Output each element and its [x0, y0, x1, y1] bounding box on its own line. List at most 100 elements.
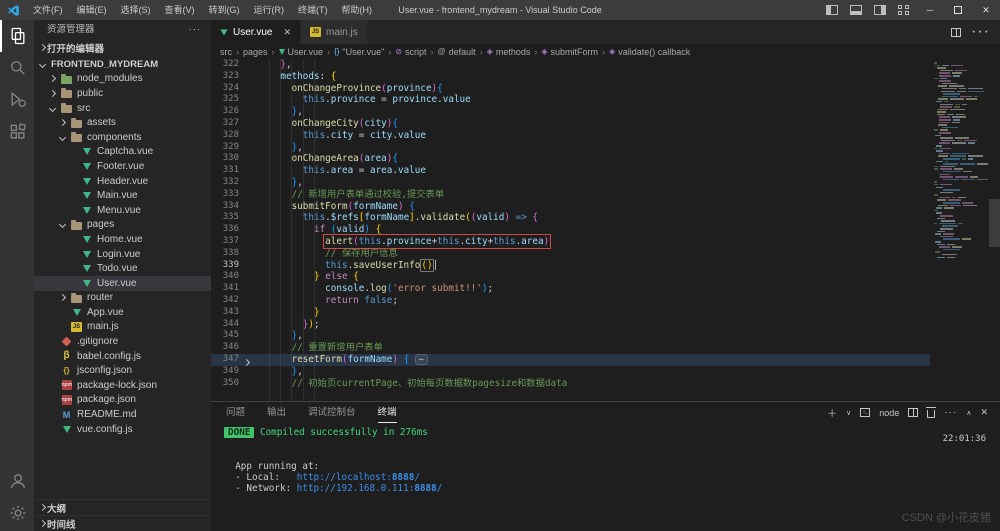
code-line-335[interactable]: 335 this.$refs[formName].validate((valid… — [211, 212, 930, 224]
tree-item-package-lock.json[interactable]: npmpackage-lock.json — [34, 378, 211, 393]
breadcrumb-item-3[interactable]: {}"User.vue" — [334, 47, 384, 57]
account-icon[interactable] — [0, 465, 34, 497]
new-terminal-icon[interactable]: ＋ — [827, 405, 837, 420]
kill-terminal-icon[interactable] — [927, 410, 935, 418]
menu-item-4[interactable]: 转到(G) — [202, 0, 247, 20]
panel-tab-调试控制台[interactable]: 调试控制台 — [308, 402, 356, 423]
split-editor-icon[interactable] — [951, 28, 961, 37]
tree-item-vue.config.js[interactable]: vue.config.js — [34, 422, 211, 437]
menu-item-2[interactable]: 选择(S) — [114, 0, 158, 20]
code-line-342[interactable]: 342 return false; — [211, 295, 930, 307]
extensions-icon[interactable] — [0, 116, 34, 148]
tree-item-User.vue[interactable]: User.vue — [34, 276, 211, 291]
breadcrumb-item-7[interactable]: ◈submitForm — [541, 47, 598, 57]
menu-item-0[interactable]: 文件(F) — [26, 0, 70, 20]
tree-item-components[interactable]: components — [34, 130, 211, 145]
tree-item-Main.vue[interactable]: Main.vue — [34, 188, 211, 203]
code-line-349[interactable]: 349 }, — [211, 366, 930, 378]
code-line-325[interactable]: 325 this.province = province.value — [211, 94, 930, 106]
code-line-329[interactable]: 329 }, — [211, 142, 930, 154]
tree-item-Captcha.vue[interactable]: Captcha.vue — [34, 145, 211, 160]
breadcrumb-item-0[interactable]: src — [220, 47, 232, 57]
minimize-button[interactable]: ─ — [916, 0, 944, 20]
code-line-328[interactable]: 328 this.city = city.value — [211, 130, 930, 142]
code-line-330[interactable]: 330 onChangeArea(area){ — [211, 153, 930, 165]
panel-tab-问题[interactable]: 问题 — [226, 402, 245, 423]
tree-item-Todo.vue[interactable]: Todo.vue — [34, 261, 211, 276]
tree-item-package.json[interactable]: npmpackage.json — [34, 393, 211, 408]
tree-item-Header.vue[interactable]: Header.vue — [34, 174, 211, 189]
tree-item-Menu.vue[interactable]: Menu.vue — [34, 203, 211, 218]
tree-item-App.vue[interactable]: App.vue — [34, 305, 211, 320]
breadcrumb-item-5[interactable]: @default — [438, 47, 476, 57]
editor-scrollbar[interactable] — [989, 199, 1000, 247]
sidebar-section-1[interactable]: 时间线 — [34, 515, 211, 531]
open-editors-section[interactable]: 打开的编辑器 — [34, 40, 211, 55]
code-line-345[interactable]: 345 }, — [211, 330, 930, 342]
tree-item-README.md[interactable]: MREADME.md — [34, 407, 211, 422]
code-line-336[interactable]: 336 if (valid) { — [211, 224, 930, 236]
breadcrumb-item-4[interactable]: ⊘script — [395, 47, 426, 57]
toggle-secondary-sidebar-icon[interactable] — [874, 5, 886, 15]
tree-item-Footer.vue[interactable]: Footer.vue — [34, 159, 211, 174]
menu-item-5[interactable]: 运行(R) — [247, 0, 292, 20]
settings-gear-icon[interactable] — [0, 497, 34, 529]
tree-item-Home.vue[interactable]: Home.vue — [34, 232, 211, 247]
tree-item-src[interactable]: src — [34, 101, 211, 116]
maximize-panel-icon[interactable]: ∧ — [966, 409, 971, 417]
tab-User.vue[interactable]: User.vue✕ — [211, 20, 301, 44]
code-line-322[interactable]: 322 }, — [211, 59, 930, 71]
tree-item-.gitignore[interactable]: .gitignore — [34, 334, 211, 349]
code-line-339[interactable]: 339 this.saveUserInfo() — [211, 260, 930, 272]
tree-item-jsconfig.json[interactable]: {}jsconfig.json — [34, 363, 211, 378]
tree-item-router[interactable]: router — [34, 291, 211, 306]
code-line-333[interactable]: 333 // 新增用户表单通过校验,提交表单 — [211, 189, 930, 201]
code-line-326[interactable]: 326 }, — [211, 106, 930, 118]
tree-item-public[interactable]: public — [34, 86, 211, 101]
close-panel-icon[interactable]: ✕ — [980, 407, 988, 418]
customize-layout-icon[interactable] — [898, 5, 910, 15]
explorer-icon[interactable] — [0, 20, 34, 52]
code-editor[interactable]: 322 },323 methods: {324 onChangeProvince… — [211, 59, 1000, 401]
panel-tab-终端[interactable]: 终端 — [378, 402, 397, 423]
code-line-340[interactable]: 340 } else { — [211, 271, 930, 283]
sidebar-more-actions-icon[interactable]: ··· — [189, 20, 202, 40]
tree-item-assets[interactable]: assets — [34, 115, 211, 130]
minimap[interactable] — [932, 62, 988, 259]
tab-main.js[interactable]: JSmain.js — [301, 20, 368, 44]
tree-item-babel.config.js[interactable]: βbabel.config.js — [34, 349, 211, 364]
tree-item-Login.vue[interactable]: Login.vue — [34, 247, 211, 262]
panel-more-actions-icon[interactable]: ··· — [944, 407, 957, 418]
terminal-dropdown-icon[interactable]: ∨ — [846, 409, 851, 417]
toggle-sidebar-icon[interactable] — [826, 5, 838, 15]
code-line-350[interactable]: 350 // 初始页currentPage、初始每页数据数pagesize和数据… — [211, 378, 930, 390]
menu-item-3[interactable]: 查看(V) — [158, 0, 202, 20]
code-line-346[interactable]: 346 // 重置新增用户表单 — [211, 342, 930, 354]
search-icon[interactable] — [0, 52, 34, 84]
code-line-334[interactable]: 334 submitForm(formName) { — [211, 201, 930, 213]
panel-tab-输出[interactable]: 输出 — [267, 402, 286, 423]
code-line-323[interactable]: 323 methods: { — [211, 71, 930, 83]
code-line-332[interactable]: 332 }, — [211, 177, 930, 189]
menu-item-6[interactable]: 终端(T) — [291, 0, 335, 20]
code-line-337[interactable]: 337 alert(this.province+this.city+this.a… — [211, 236, 930, 248]
code-line-343[interactable]: 343 } — [211, 307, 930, 319]
tree-item-FRONTEND_MYDREAM[interactable]: FRONTEND_MYDREAM — [34, 57, 211, 72]
breadcrumb-item-2[interactable]: User.vue — [279, 47, 324, 57]
split-terminal-icon[interactable] — [908, 408, 918, 417]
tree-item-main.js[interactable]: JSmain.js — [34, 320, 211, 335]
restore-button[interactable] — [944, 0, 972, 20]
tree-item-node_modules[interactable]: node_modules — [34, 72, 211, 87]
menu-item-7[interactable]: 帮助(H) — [335, 0, 380, 20]
terminal-output[interactable]: DONE Compiled successfully in 276ms App … — [224, 427, 930, 495]
code-line-344[interactable]: 344 }); — [211, 319, 930, 331]
editor-more-actions-icon[interactable]: ··· — [971, 23, 990, 41]
code-line-341[interactable]: 341 console.log('error submit!!'); — [211, 283, 930, 295]
code-line-331[interactable]: 331 this.area = area.value — [211, 165, 930, 177]
tree-item-pages[interactable]: pages — [34, 218, 211, 233]
breadcrumb-item-1[interactable]: pages — [243, 47, 268, 57]
run-debug-icon[interactable] — [0, 84, 34, 116]
code-line-327[interactable]: 327 onChangeCity(city){ — [211, 118, 930, 130]
menu-item-1[interactable]: 编辑(E) — [70, 0, 114, 20]
code-line-338[interactable]: 338 // 保存用户信息 — [211, 248, 930, 260]
